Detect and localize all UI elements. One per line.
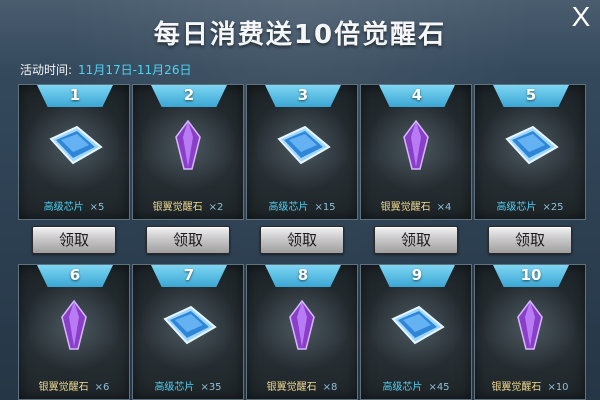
reward-label: 银翼觉醒石 ×2	[133, 198, 243, 213]
crystal-icon	[175, 119, 201, 170]
reward-label: 银翼觉醒石 ×4	[361, 198, 471, 213]
reward-card: 3 高级芯片 ×15	[246, 84, 358, 220]
claim-button[interactable]: 领取	[260, 226, 344, 254]
reward-label: 银翼觉醒石 ×6	[19, 378, 129, 393]
item-name: 高级芯片	[154, 382, 195, 393]
reward-label: 高级芯片 ×5	[19, 198, 129, 213]
item-quantity: ×25	[542, 202, 564, 213]
reward-card: 1 高级芯片 ×5	[18, 84, 130, 220]
close-icon[interactable]: X	[568, 2, 594, 32]
reward-card: 8 银翼觉醒石 ×8	[246, 264, 358, 400]
reward-card: 9 高级芯片 ×45	[360, 264, 472, 400]
item-name: 银翼觉醒石	[491, 382, 542, 393]
crystal-icon	[61, 299, 87, 350]
item-name: 银翼觉醒石	[266, 382, 317, 393]
crystal-icon	[403, 119, 429, 170]
item-quantity: ×4	[436, 202, 452, 213]
item-quantity: ×2	[208, 202, 224, 213]
reward-label: 高级芯片 ×15	[247, 198, 357, 213]
chip-icon	[163, 305, 217, 345]
reward-number: 10	[493, 265, 569, 287]
date-range: 11月17日-11月26日	[78, 63, 192, 77]
item-name: 银翼觉醒石	[152, 202, 203, 213]
reward-label: 高级芯片 ×25	[475, 198, 585, 213]
item-name: 银翼觉醒石	[38, 382, 89, 393]
reward-card: 5 高级芯片 ×25	[474, 84, 586, 220]
reward-number: 1	[37, 85, 113, 107]
item-quantity: ×15	[314, 202, 336, 213]
reward-card: 7 高级芯片 ×35	[132, 264, 244, 400]
date-label: 活动时间:	[20, 63, 73, 77]
chip-icon	[277, 125, 331, 165]
item-name: 银翼觉醒石	[380, 202, 431, 213]
item-quantity: ×35	[200, 382, 222, 393]
chip-icon	[391, 305, 445, 345]
chip-icon	[505, 125, 559, 165]
event-date-row: 活动时间: 11月17日-11月26日	[20, 61, 191, 78]
claim-button[interactable]: 领取	[146, 226, 230, 254]
claim-button[interactable]: 领取	[32, 226, 116, 254]
reward-label: 高级芯片 ×45	[361, 378, 471, 393]
reward-number: 5	[493, 85, 569, 107]
crystal-icon	[517, 299, 543, 350]
reward-card: 6 银翼觉醒石 ×6	[18, 264, 130, 400]
item-name: 高级芯片	[43, 202, 84, 213]
item-quantity: ×10	[547, 382, 569, 393]
reward-card: 4 银翼觉醒石 ×4	[360, 84, 472, 220]
reward-number: 3	[265, 85, 341, 107]
chip-icon	[49, 125, 103, 165]
reward-number: 9	[379, 265, 455, 287]
reward-label: 高级芯片 ×35	[133, 378, 243, 393]
item-quantity: ×5	[89, 202, 105, 213]
item-quantity: ×6	[94, 382, 110, 393]
reward-card: 2 银翼觉醒石 ×2	[132, 84, 244, 220]
item-name: 高级芯片	[268, 202, 309, 213]
item-quantity: ×8	[322, 382, 338, 393]
crystal-icon	[289, 299, 315, 350]
item-quantity: ×45	[428, 382, 450, 393]
item-name: 高级芯片	[382, 382, 423, 393]
reward-number: 8	[265, 265, 341, 287]
reward-number: 7	[151, 265, 227, 287]
page-title: 每日消费送10倍觉醒石	[153, 20, 447, 50]
reward-number: 6	[37, 265, 113, 287]
reward-number: 2	[151, 85, 227, 107]
reward-number: 4	[379, 85, 455, 107]
claim-button[interactable]: 领取	[488, 226, 572, 254]
reward-label: 银翼觉醒石 ×8	[247, 378, 357, 393]
reward-label: 银翼觉醒石 ×10	[475, 378, 585, 393]
item-name: 高级芯片	[496, 202, 537, 213]
claim-button[interactable]: 领取	[374, 226, 458, 254]
reward-card: 10 银翼觉醒石 ×10	[474, 264, 586, 400]
